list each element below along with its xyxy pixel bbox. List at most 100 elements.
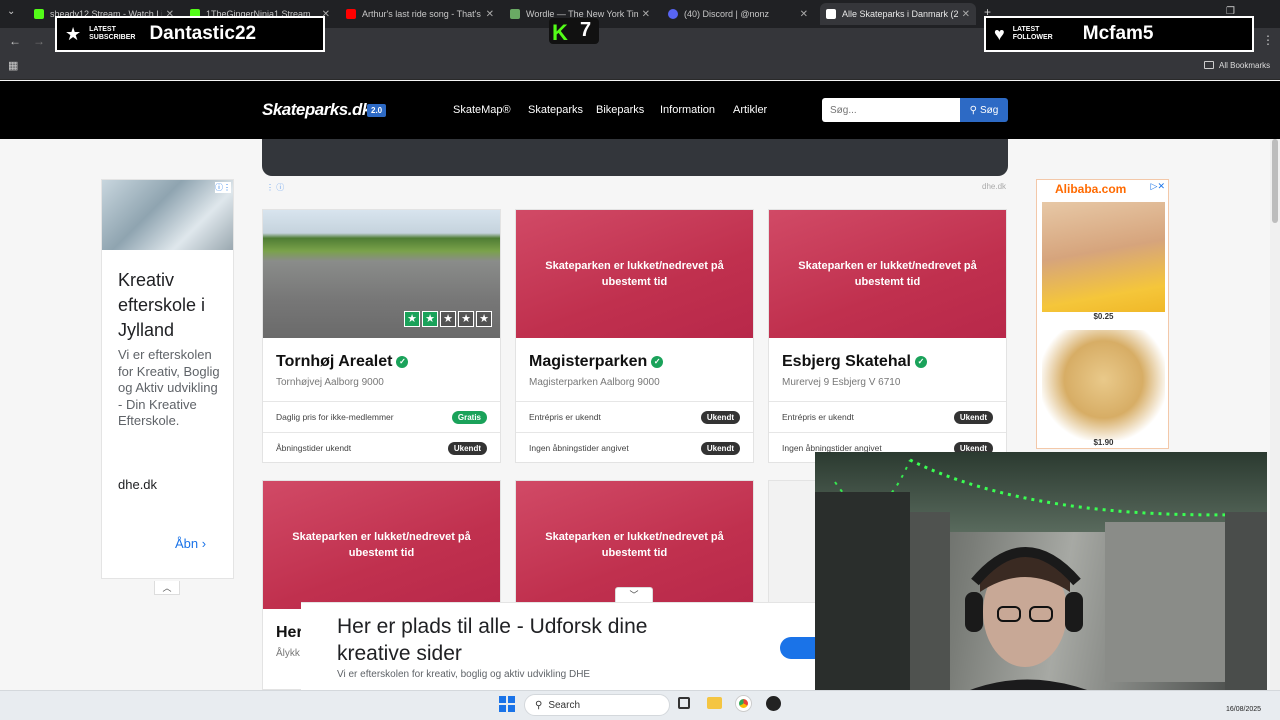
star-icon: ★ (404, 311, 420, 327)
park-card[interactable]: Skateparken er lukket/nedrevet på ubeste… (768, 209, 1007, 463)
park-title[interactable]: Tornhøj Arealet ✓ (276, 353, 409, 371)
tab-title: Arthur's last ride song - That's (362, 9, 481, 19)
rating-stars: ★ ★ ★ ★ ★ (404, 311, 492, 327)
park-title[interactable]: Esbjerg Skatehal ✓ (782, 353, 927, 371)
bracelet-product-image (1042, 202, 1165, 312)
park-title[interactable]: Her (276, 624, 303, 642)
bottom-ad[interactable]: Her er plads til alle - Udforsk dine kre… (301, 602, 821, 690)
nav-skatemap[interactable]: SkateMap® (453, 104, 511, 116)
bookmarks-bar: ▦ All Bookmarks (0, 54, 1280, 80)
task-view-icon[interactable] (678, 697, 690, 709)
chevron-up-icon[interactable]: ︿ (154, 581, 180, 595)
browser-tab[interactable]: Arthur's last ride song - That's ✕ (340, 3, 500, 25)
park-address: Ålykk (276, 648, 300, 659)
tab-title: Alle Skateparks i Danmark (250 (842, 9, 958, 19)
close-tab-icon[interactable]: ✕ (962, 9, 970, 20)
product-price: $0.25 (1093, 312, 1114, 321)
folder-icon (1204, 61, 1214, 69)
park-photo-closed: Skateparken er lukket/nedrevet på ubeste… (769, 210, 1006, 338)
kick-count: 7 (580, 19, 592, 41)
apps-grid-icon[interactable]: ▦ (8, 59, 18, 72)
park-address: Magisterparken Aalborg 9000 (529, 377, 660, 388)
search-input[interactable] (822, 98, 960, 122)
ad-image (102, 180, 233, 250)
park-card[interactable]: Skateparken er lukket/nedrevet på ubeste… (515, 209, 754, 463)
browser-tab[interactable]: (40) Discord | @nonz ✕ (662, 3, 814, 25)
park-photo-closed: Skateparken er lukket/nedrevet på ubeste… (263, 481, 500, 609)
hours-row: Ingen åbningstider angivet Ukendt (516, 432, 753, 463)
nav-bikeparks[interactable]: Bikeparks (596, 104, 644, 116)
price-badge: Ukendt (953, 410, 993, 424)
subscriber-name: Dantastic22 (149, 23, 257, 44)
nav-artikler[interactable]: Artikler (733, 104, 767, 116)
hours-label: Ingen åbningstider angivet (529, 443, 629, 453)
adchoices-icon[interactable]: ⓘ⋮ (215, 182, 231, 193)
file-explorer-icon[interactable] (707, 697, 722, 709)
nav-skateparks[interactable]: Skateparks (528, 104, 583, 116)
park-photo-closed: Skateparken er lukket/nedrevet på ubeste… (516, 210, 753, 338)
discord-favicon-icon (668, 9, 678, 19)
ad-info-icon[interactable]: ⋮ ⓘ (266, 182, 284, 193)
hours-badge: Ukendt (700, 441, 740, 455)
price-row: Entrépris er ukendt Ukendt (769, 401, 1006, 432)
all-bookmarks-link[interactable]: All Bookmarks (1219, 61, 1270, 70)
ad-body: Vi er efterskolen for Kreativ, Boglig og… (118, 347, 220, 429)
price-label: Entrépris er ukendt (782, 412, 854, 422)
park-title-text: Esbjerg Skatehal (782, 353, 911, 370)
ad-subtitle: Vi er efterskolen for kreativ, boglig og… (337, 669, 591, 680)
ad-open-button[interactable]: Åbn › (175, 536, 206, 551)
park-title-text: Tornhøj Arealet (276, 353, 393, 370)
windows-start-icon[interactable] (499, 696, 515, 712)
chevron-down-icon[interactable]: ﹀ (615, 587, 653, 603)
verified-icon: ✓ (651, 356, 664, 368)
scrollbar-thumb[interactable] (1272, 139, 1278, 223)
webcam-scene (815, 452, 1267, 707)
latest-subscriber-overlay: ★ LATEST SUBSCRIBER Dantastic22 (55, 16, 325, 52)
hat-product-image (1042, 330, 1165, 440)
search-icon: ⚲ (969, 104, 977, 116)
closed-notice: Skateparken er lukket/nedrevet på ubeste… (545, 531, 724, 559)
kick-counter-overlay: K 7 (549, 18, 599, 45)
top-banner (262, 139, 1008, 176)
closed-notice: Skateparken er lukket/nedrevet på ubeste… (545, 260, 724, 288)
verified-icon: ✓ (396, 356, 409, 368)
taskbar-search[interactable]: ⚲ Search (524, 694, 670, 716)
ad-domain: dhe.dk (118, 477, 158, 492)
search-icon: ⚲ (535, 699, 543, 711)
nav-information[interactable]: Information (660, 104, 715, 116)
forward-icon[interactable]: → (33, 34, 45, 48)
overlay-label-line: FOLLOWER (1012, 34, 1053, 41)
left-ad[interactable]: ⓘ⋮ Kreativ efterskole i Jylland Vi er ef… (101, 179, 234, 579)
star-icon: ★ (422, 311, 438, 327)
star-icon: ★ (65, 23, 82, 44)
browser-tab-active[interactable]: Alle Skateparks i Danmark (250 ✕ (820, 3, 976, 25)
browser-menu-icon[interactable]: ⋮ (1262, 33, 1274, 47)
right-ad[interactable]: Alibaba.com ▷✕ $0.25 $1.90 (1036, 179, 1169, 449)
price-label: Daglig pris for ikke-medlemmer (276, 412, 394, 422)
close-tab-icon[interactable]: ✕ (486, 9, 494, 20)
obs-icon[interactable] (766, 696, 781, 711)
back-icon[interactable]: ← (9, 34, 21, 48)
close-ad-icon[interactable]: ▷✕ (1151, 181, 1165, 192)
search-button[interactable]: ⚲ Søg (960, 98, 1008, 122)
park-card[interactable]: ★ ★ ★ ★ ★ Tornhøj Arealet ✓ Tornhøjvej Aa… (262, 209, 501, 463)
park-title-text: Magisterparken (529, 353, 648, 370)
hours-badge: Ukendt (447, 441, 487, 455)
alibaba-logo: Alibaba.com (1055, 182, 1127, 196)
star-icon: ★ (458, 311, 474, 327)
ad-domain: dhe.dk (982, 182, 1007, 191)
price-row: Daglig pris for ikke-medlemmer Gratis (263, 401, 500, 432)
ad-title: Her er plads til alle - Udforsk dine kre… (337, 615, 648, 665)
price-badge: Ukendt (700, 410, 740, 424)
site-logo[interactable]: Skateparks.dk (262, 100, 371, 120)
park-address: Tornhøjvej Aalborg 9000 (276, 377, 384, 388)
chrome-icon[interactable] (736, 696, 751, 711)
ad-cta-button[interactable] (780, 637, 820, 659)
close-tab-icon[interactable]: ✕ (642, 9, 650, 20)
close-tab-icon[interactable]: ✕ (800, 9, 808, 20)
park-title[interactable]: Magisterparken ✓ (529, 353, 664, 371)
ad-title: Kreativ efterskole i Jylland (118, 270, 206, 340)
tab-title: (40) Discord | @nonz (684, 9, 770, 19)
overlay-label: LATEST FOLLOWER (1013, 26, 1053, 42)
tab-search-icon[interactable]: ⌄ (7, 6, 15, 17)
